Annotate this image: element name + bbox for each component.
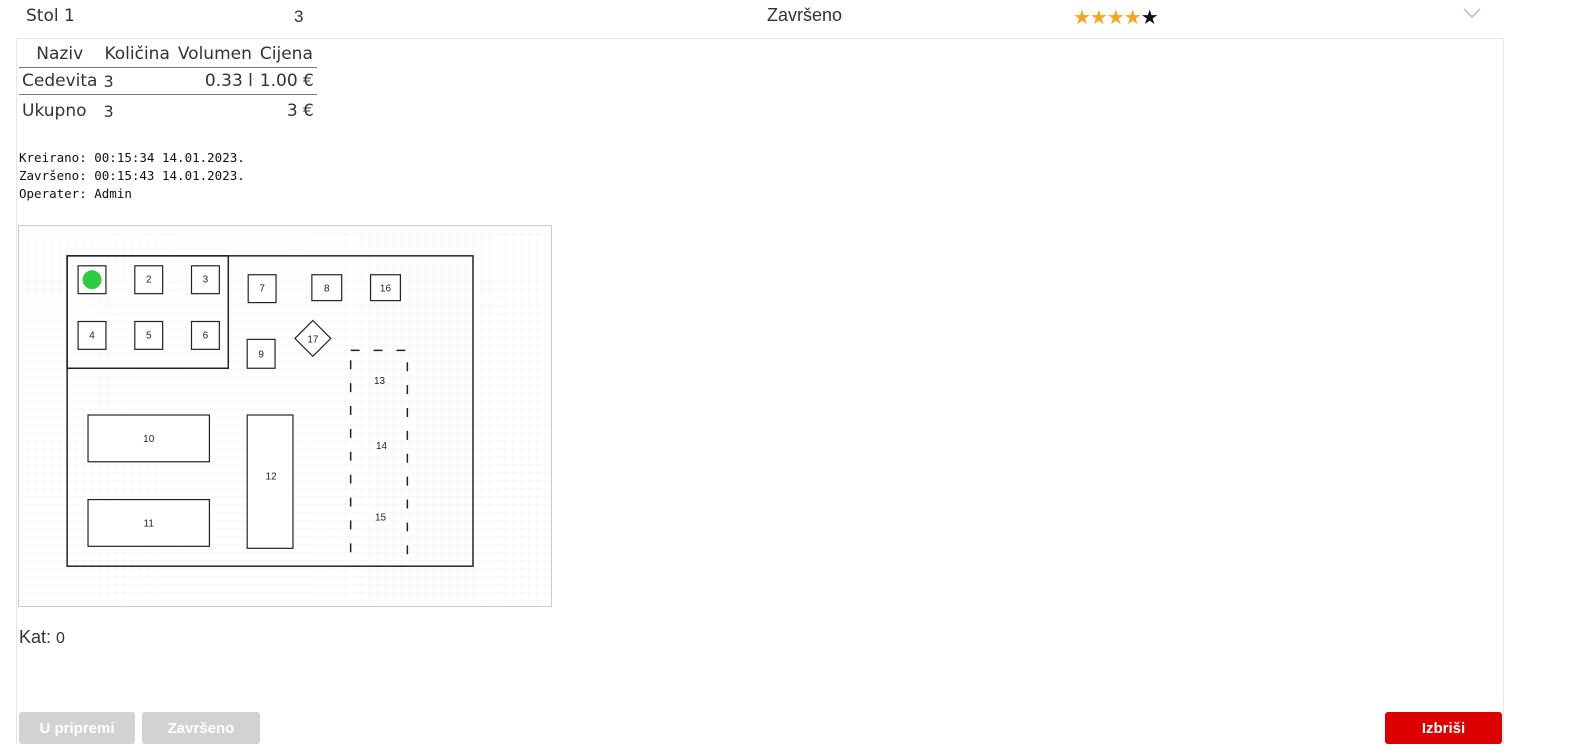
table-header-row: Naziv Količina Volumen Cijena [19,41,317,68]
order-header[interactable]: Stol 1 3 Završeno ★★★★★ [0,0,1587,36]
floor-table-2[interactable]: 2 [134,265,164,295]
floor-table-3[interactable]: 3 [190,265,220,295]
svg-text:17: 17 [307,334,319,345]
floor-table-14[interactable]: 14 [376,441,388,452]
item-volume: 0.33 l [204,71,253,91]
floor-table-13[interactable]: 13 [374,376,386,387]
table-label: Stol 1 [26,6,75,26]
order-status: Završeno [767,5,843,25]
col-volume: Volumen [177,44,252,64]
svg-text:15: 15 [375,512,387,523]
floor-table-10[interactable]: 10 [87,414,210,463]
table-row: Cedevita 3 0.33 l 1.00 € [19,68,317,95]
floor-table-15[interactable]: 15 [375,512,387,523]
order-meta: Kreirano: 00:15:34 14.01.2023. Završeno: … [19,149,245,203]
svg-text:5: 5 [146,330,152,341]
star-filled-icon: ★★★★ [1073,7,1142,29]
svg-text:14: 14 [376,441,388,452]
svg-text:12: 12 [266,472,278,483]
star-empty-icon: ★ [1140,7,1159,29]
svg-text:6: 6 [203,330,209,341]
item-quantity: 3 [103,71,114,91]
svg-text:2: 2 [146,275,152,286]
svg-text:8: 8 [324,284,330,295]
total-label: Ukupno [22,101,87,121]
order-details-panel: Naziv Količina Volumen Cijena Cedevita 3… [16,38,1504,744]
floor-table-8[interactable]: 8 [311,274,343,302]
total-row: Ukupno 3 3 € [19,98,317,124]
svg-text:3: 3 [203,275,209,286]
chevron-down-icon[interactable] [1462,6,1482,20]
floor-table-5[interactable]: 5 [134,320,164,350]
done-button[interactable]: Završeno [142,712,260,744]
delete-button[interactable]: Izbriši [1385,712,1502,744]
created-time: Kreirano: 00:15:34 14.01.2023. [19,150,245,165]
svg-text:10: 10 [143,434,155,445]
in-preparation-button[interactable]: U pripremi [19,712,135,744]
floor-level-value: 0 [56,630,65,647]
operator: Operater: Admin [19,186,132,201]
floor-level-label: Kat: [19,627,52,647]
svg-text:7: 7 [259,284,265,295]
col-price: Cijena [259,44,313,64]
svg-text:16: 16 [380,284,392,295]
floor-table-11[interactable]: 11 [87,498,210,547]
finished-time: Završeno: 00:15:43 14.01.2023. [19,168,245,183]
floor-plan: 2 3 4 5 6 7 8 16 9 17 10 12 11 13 14 15 [18,225,552,607]
svg-text:13: 13 [374,376,386,387]
col-name: Naziv [36,44,84,64]
floor-level: Kat: 0 [19,627,65,648]
total-quantity: 3 [103,101,114,121]
svg-text:4: 4 [89,330,95,341]
item-name: Cedevita [22,71,98,91]
floor-table-12[interactable]: 12 [246,414,294,549]
floor-table-1[interactable] [77,265,107,295]
floor-table-4[interactable]: 4 [77,320,107,350]
floor-table-16[interactable]: 16 [369,274,401,302]
item-price: 1.00 € [259,71,314,91]
floor-table-9[interactable]: 9 [246,338,276,369]
items-table: Naziv Količina Volumen Cijena Cedevita 3… [19,41,317,124]
rating-stars: ★★★★★ [1073,5,1159,30]
floor-table-7[interactable]: 7 [247,274,277,304]
col-quantity: Količina [104,44,170,64]
svg-text:9: 9 [258,349,264,360]
floor-table-6[interactable]: 6 [190,320,220,350]
svg-text:11: 11 [144,518,155,529]
item-count: 3 [294,7,304,26]
active-table-marker [82,270,102,290]
total-price: 3 € [286,101,314,121]
